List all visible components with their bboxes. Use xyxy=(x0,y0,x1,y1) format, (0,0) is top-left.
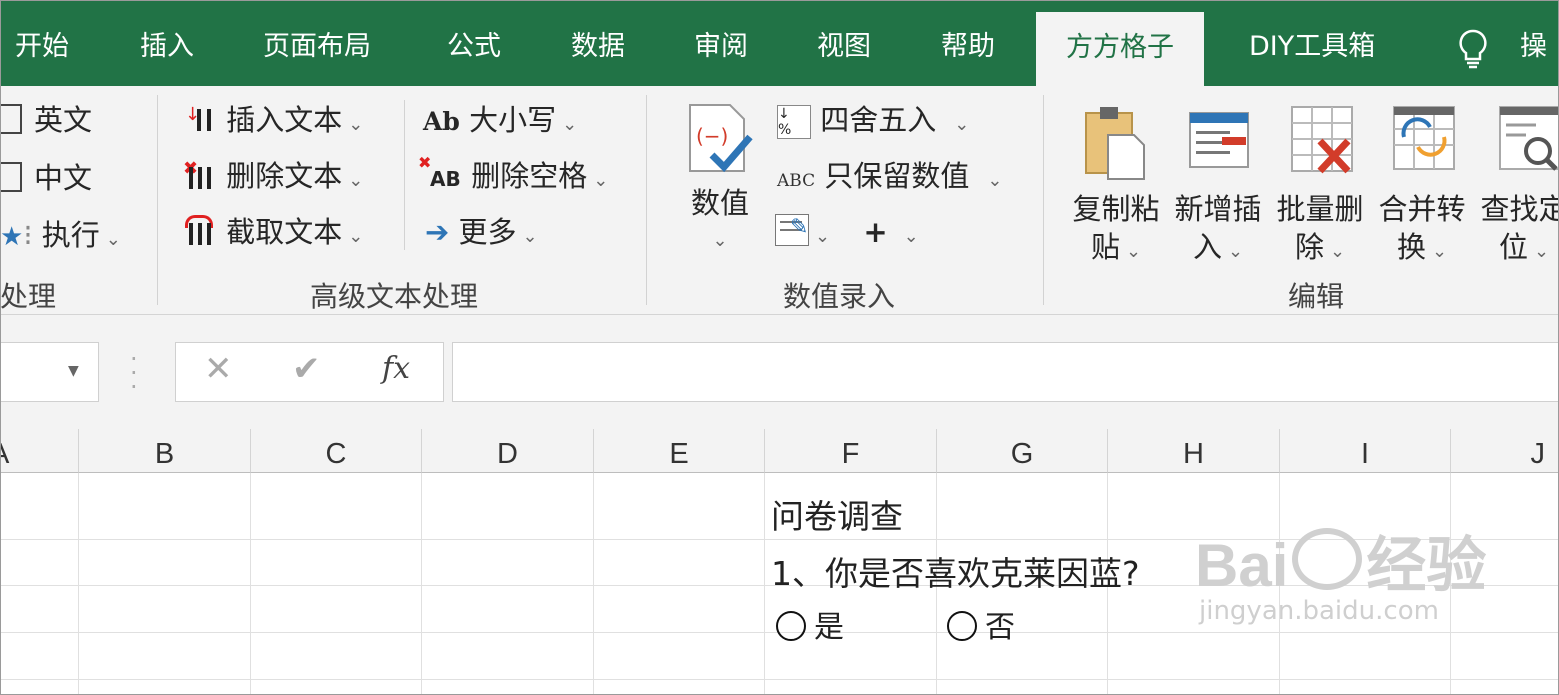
baidu-watermark: Bai 经验 jingyan.baidu.com xyxy=(1195,528,1486,626)
formula-buttons: ✕ ✔ fx xyxy=(175,342,444,402)
tab-home[interactable]: 开始 xyxy=(15,0,69,86)
lightbulb-icon[interactable] xyxy=(1455,28,1491,69)
chevron-down-icon[interactable]: ▼ xyxy=(68,363,79,379)
keep-values-button[interactable]: ABC 只保留数值 ⌄ xyxy=(777,158,1002,199)
clipboard-icon xyxy=(1085,107,1145,180)
svg-text:(−): (−) xyxy=(696,124,728,148)
numeric-icon: (−) xyxy=(689,104,753,173)
group-label-processing: 处理 xyxy=(0,280,57,313)
delete-text-button[interactable]: ✖ 删除文本⌄ xyxy=(183,158,363,199)
name-box[interactable]: ▼ xyxy=(0,342,99,402)
checkbox-icon xyxy=(0,162,22,192)
batch-delete-button[interactable]: 批量删 除 ⌄ xyxy=(1272,103,1368,271)
plus-icon[interactable]: + xyxy=(863,215,887,249)
column-header[interactable]: D xyxy=(422,429,594,473)
formula-input[interactable] xyxy=(452,342,1559,402)
column-header[interactable]: E xyxy=(594,429,765,473)
remove-spaces-icon: ✖ AB xyxy=(418,153,461,191)
column-header[interactable]: F xyxy=(765,429,937,473)
cell-title[interactable]: 问卷调查 xyxy=(771,490,903,538)
form-edit-icon: ✎ xyxy=(775,214,809,246)
tab-diy-toolbox[interactable]: DIY工具箱 xyxy=(1249,0,1375,86)
group-label-numeric-entry: 数值录入 xyxy=(783,280,896,313)
merge-convert-button[interactable]: 合并转 换 ⌄ xyxy=(1374,103,1470,271)
round-button[interactable]: ↓% 四舍五入 ⌄ xyxy=(777,102,969,143)
group-separator xyxy=(404,100,405,250)
column-header[interactable]: A xyxy=(0,429,79,473)
column-header[interactable]: B xyxy=(79,429,251,473)
case-button[interactable]: Ab 大小写 ⌄ xyxy=(423,102,577,143)
insert-text-button[interactable]: ↓ 插入文本 ⌄ xyxy=(183,102,363,143)
cell-question[interactable]: 1、你是否喜欢克莱因蓝? xyxy=(771,547,1140,595)
tab-formulas[interactable]: 公式 xyxy=(447,0,501,86)
numeric-button[interactable]: (−) 数值 ⌄ xyxy=(680,103,760,260)
tab-page-layout[interactable]: 页面布局 xyxy=(263,0,371,86)
column-header[interactable]: C xyxy=(251,429,422,473)
checkbox-icon xyxy=(0,104,22,134)
tab-tell-me[interactable]: 操 xyxy=(1520,0,1547,86)
more-button[interactable]: ➔ 更多 ⌄ xyxy=(425,214,538,255)
tab-fangfanggezi[interactable]: 方方格子 xyxy=(1036,12,1204,86)
column-header[interactable]: G xyxy=(937,429,1108,473)
tab-insert[interactable]: 插入 xyxy=(140,0,194,86)
tab-data[interactable]: 数据 xyxy=(571,0,625,86)
find-locate-button[interactable]: 查找定 位 ⌄ xyxy=(1476,103,1559,271)
ribbon-tab-bar: 开始 插入 页面布局 公式 数据 审阅 视图 帮助 方方格子 DIY工具箱 操 xyxy=(0,0,1559,86)
merge-convert-icon xyxy=(1393,106,1455,170)
insert-rows-icon xyxy=(1189,112,1249,168)
case-icon: Ab xyxy=(423,107,460,136)
radio-option-no[interactable]: 否 xyxy=(947,602,1015,646)
radio-option-yes[interactable]: 是 xyxy=(776,602,844,646)
batch-delete-icon xyxy=(1291,106,1353,174)
tab-view[interactable]: 视图 xyxy=(817,0,871,86)
radio-circle-icon[interactable] xyxy=(947,611,977,641)
group-separator xyxy=(1043,95,1044,305)
star-icon: ★ xyxy=(0,222,24,252)
enter-icon[interactable]: ✔ xyxy=(292,349,321,389)
cancel-icon[interactable]: ✕ xyxy=(204,349,233,389)
grip-icon[interactable]: · · · xyxy=(130,347,138,399)
english-button[interactable]: 英文 xyxy=(0,102,92,138)
group-separator xyxy=(157,95,158,305)
insert-function-button[interactable]: fx xyxy=(382,351,410,386)
round-icon: ↓% xyxy=(777,105,811,139)
radio-circle-icon[interactable] xyxy=(776,611,806,641)
entry-tools-button[interactable]: ✎ ⌄ + ⌄ xyxy=(775,214,919,255)
insert-new-button[interactable]: 新增插 入 ⌄ xyxy=(1170,103,1266,271)
group-separator xyxy=(646,95,647,305)
group-label-advanced-text: 高级文本处理 xyxy=(310,280,479,313)
execute-button[interactable]: ★⁝ 执行 ⌄ xyxy=(0,217,121,258)
insert-text-icon: ↓ xyxy=(183,103,217,133)
chinese-button[interactable]: 中文 xyxy=(0,160,92,196)
arrow-right-icon: ➔ xyxy=(425,215,450,249)
tab-review[interactable]: 审阅 xyxy=(694,0,748,86)
tab-help[interactable]: 帮助 xyxy=(941,0,995,86)
column-header[interactable]: J xyxy=(1451,429,1559,473)
column-header[interactable]: I xyxy=(1280,429,1451,473)
abc-icon: ABC xyxy=(777,171,816,191)
remove-spaces-button[interactable]: ✖ AB 删除空格 ⌄ xyxy=(418,153,608,199)
paw-icon xyxy=(1292,528,1363,590)
copy-paste-button[interactable]: 复制粘 贴 ⌄ xyxy=(1068,103,1164,271)
delete-text-icon: ✖ xyxy=(183,158,217,189)
group-label-edit: 编辑 xyxy=(1288,280,1345,313)
find-icon xyxy=(1499,106,1559,171)
extract-text-icon xyxy=(183,215,217,245)
column-header[interactable]: H xyxy=(1108,429,1280,473)
extract-text-button[interactable]: 截取文本 ⌄ xyxy=(183,214,363,255)
